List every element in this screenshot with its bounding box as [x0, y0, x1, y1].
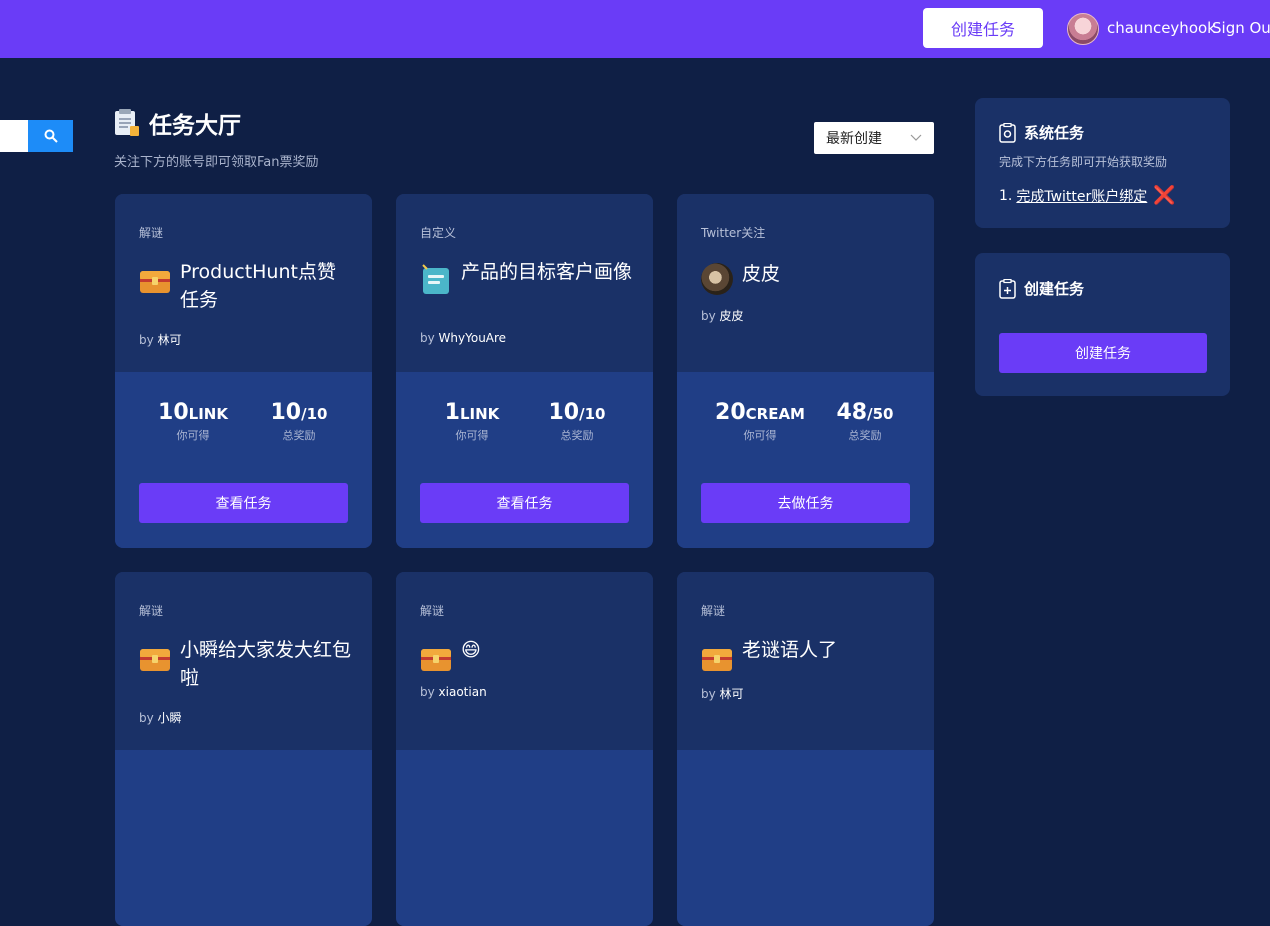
view-task-button[interactable]: 查看任务 [420, 483, 629, 523]
task-list-icon [115, 109, 139, 136]
card-category: 解谜 [139, 604, 164, 618]
notepad-icon [422, 264, 449, 294]
top-bar: 创建任务 chaunceyhook Sign Out [0, 0, 1270, 58]
card-author: by WhyYouAre [420, 331, 507, 345]
card-title: 😄 [461, 639, 481, 661]
earn-stat: 10LINK 你可得 [158, 400, 228, 442]
task-card[interactable]: 解谜 ProductHunt点赞任务 by 林可 10LINK 你可得 10/1… [115, 194, 372, 548]
total-stat: 48/50 总奖励 [836, 400, 894, 442]
card-author: by 皮皮 [701, 309, 744, 323]
system-tasks-panel: 系统任务 完成下方任务即可开始获取奖励 1. 完成Twitter账户绑定 ❌ [975, 98, 1230, 228]
task-card[interactable]: 解谜 😄 by xiaotian [396, 572, 653, 926]
create-task-header-button[interactable]: 创建任务 [923, 8, 1043, 48]
sort-selected-value: 最新创建 [826, 131, 882, 147]
card-title: 老谜语人了 [742, 639, 838, 661]
system-tasks-title: 系统任务 [1024, 124, 1085, 142]
task-card[interactable]: Twitter关注 皮皮 by 皮皮 20CREAM 你可得 48/50 总奖励… [677, 194, 934, 548]
add-doc-icon [999, 278, 1016, 299]
author-avatar [701, 263, 733, 295]
create-task-title: 创建任务 [1024, 280, 1085, 298]
treasure-chest-icon [702, 649, 732, 671]
task-card[interactable]: 解谜 小瞬给大家发大红包啦 by 小瞬 [115, 572, 372, 926]
incomplete-status-icon: ❌ [1153, 185, 1176, 206]
system-tasks-desc: 完成下方任务即可开始获取奖励 [999, 155, 1168, 169]
card-author: by xiaotian [420, 685, 487, 699]
task-card[interactable]: 解谜 老谜语人了 by 林可 [677, 572, 934, 926]
search-button[interactable] [28, 120, 73, 152]
view-task-button[interactable]: 查看任务 [139, 483, 348, 523]
card-title: 产品的目标客户画像 [461, 261, 633, 283]
sign-out-link[interactable]: Sign Out [1212, 19, 1270, 37]
card-title: 小瞬给大家发大红包啦 [180, 639, 352, 689]
card-title: ProductHunt点赞任务 [180, 261, 336, 311]
treasure-chest-icon [140, 649, 170, 671]
settings-doc-icon [999, 122, 1016, 143]
card-author: by 林可 [701, 687, 744, 701]
total-stat: 10/10 总奖励 [548, 400, 606, 442]
card-author: by 林可 [139, 333, 182, 347]
card-category: 解谜 [420, 604, 445, 618]
card-category: 自定义 [420, 226, 457, 240]
search-input[interactable] [0, 120, 28, 152]
system-task-item: 1. 完成Twitter账户绑定 ❌ [999, 185, 1176, 206]
create-task-button[interactable]: 创建任务 [999, 333, 1207, 373]
earn-stat: 1LINK 你可得 [444, 400, 500, 442]
card-category: Twitter关注 [701, 226, 766, 240]
username[interactable]: chaunceyhook [1107, 19, 1216, 37]
user-avatar[interactable] [1067, 13, 1099, 45]
sort-select[interactable]: 最新创建 [814, 122, 934, 154]
do-task-button[interactable]: 去做任务 [701, 483, 910, 523]
page-title: 任务大厅 [149, 113, 241, 139]
total-stat: 10/10 总奖励 [270, 400, 328, 442]
card-category: 解谜 [701, 604, 726, 618]
create-task-panel: 创建任务 创建任务 [975, 253, 1230, 396]
card-author: by 小瞬 [139, 711, 182, 725]
chevron-down-icon [910, 134, 922, 141]
treasure-chest-icon [140, 271, 170, 293]
task-card[interactable]: 自定义 产品的目标客户画像 by WhyYouAre 1LINK 你可得 10/… [396, 194, 653, 548]
card-category: 解谜 [139, 226, 164, 240]
treasure-chest-icon [421, 649, 451, 671]
page-header: 任务大厅 [114, 106, 241, 140]
page-subtitle: 关注下方的账号即可领取Fan票奖励 [114, 155, 319, 170]
bind-twitter-link[interactable]: 完成Twitter账户绑定 [1016, 186, 1147, 206]
earn-stat: 20CREAM 你可得 [715, 400, 805, 442]
search-icon [44, 129, 58, 143]
card-title: 皮皮 [742, 263, 781, 285]
